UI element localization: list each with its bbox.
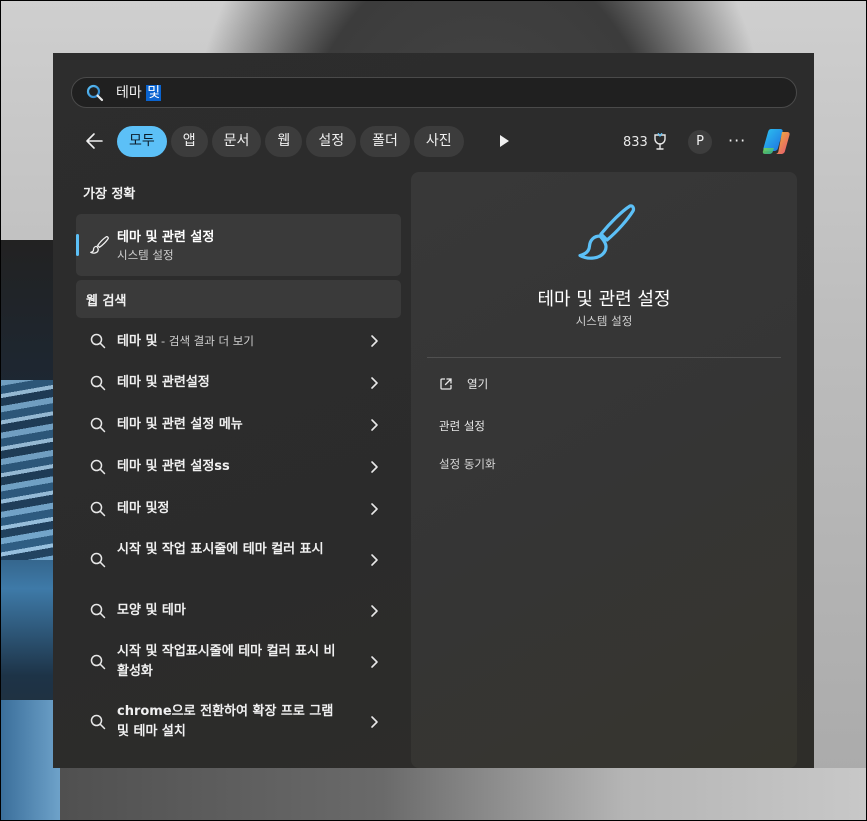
web-result-item[interactable]: 시작 및 작업표시줄에 테마 컬러 표시 비활성화 — [76, 632, 401, 692]
best-match-item[interactable]: 테마 및 관련 설정 시스템 설정 — [76, 214, 401, 276]
web-result-query: 모양 및 테마 — [117, 603, 186, 618]
tab-web[interactable]: 웹 — [265, 126, 303, 157]
detail-pane: 테마 및 관련 설정 시스템 설정 열기 관련 설정 설정 동기화 — [411, 172, 797, 768]
web-result-item[interactable]: 테마 및정 — [76, 488, 401, 530]
web-result-text: 모양 및 테마 — [117, 601, 347, 621]
chevron-right-icon — [371, 335, 378, 347]
tab-apps[interactable]: 앱 — [170, 126, 208, 157]
chevron-right-icon — [371, 656, 378, 668]
web-result-query: 테마 및 — [117, 334, 158, 349]
best-match-label: 가장 정확 — [83, 187, 136, 202]
detail-title: 테마 및 관련 설정 — [537, 289, 671, 310]
web-result-text: chrome으로 전환하여 확장 프로 그램 및 테마 설치 — [117, 702, 347, 742]
tab-folders[interactable]: 폴더 — [360, 126, 410, 157]
settings-sync-link[interactable]: 설정 동기화 — [439, 456, 496, 472]
tab-photos[interactable]: 사진 — [413, 126, 464, 157]
search-icon — [90, 417, 106, 433]
copilot-icon[interactable] — [761, 126, 792, 157]
web-result-query: 테마 및 관련 설정 메뉴 — [117, 417, 243, 432]
search-query-text: 테마 — [116, 85, 147, 101]
search-icon — [90, 654, 106, 670]
filter-tabs: 모두 앱 문서 웹 설정 폴더 사진 — [117, 126, 464, 157]
web-result-item[interactable]: 테마 및 관련 설정ss — [76, 446, 401, 488]
rewards-points[interactable]: 833 — [623, 135, 648, 150]
search-input[interactable]: 테마 및 — [71, 77, 797, 108]
web-result-item[interactable]: 테마 및 관련설정 — [76, 362, 401, 404]
web-result-item[interactable]: 테마 및 - 검색 결과 더 보기 — [76, 320, 401, 362]
search-icon — [90, 714, 106, 730]
chevron-right-icon — [371, 716, 378, 728]
chevron-right-icon — [371, 554, 378, 566]
web-result-text: 시작 및 작업 표시줄에 테마 컬러 표시 — [117, 540, 347, 560]
web-result-text: 테마 및정 — [117, 499, 347, 519]
web-result-item[interactable]: 테마 및 관련 설정 메뉴 — [76, 404, 401, 446]
search-icon — [90, 552, 106, 568]
search-query-selection: 및 — [146, 85, 162, 101]
search-icon — [90, 333, 106, 349]
web-search-header: 웹 검색 — [76, 280, 401, 318]
web-result-item[interactable]: 시작 및 작업 표시줄에 테마 컬러 표시 — [76, 530, 401, 590]
web-result-query: chrome으로 전환하여 확장 프로 그램 및 테마 설치 — [117, 704, 334, 739]
open-label: 열기 — [467, 377, 489, 391]
tab-settings[interactable]: 설정 — [306, 126, 357, 157]
paintbrush-icon — [88, 234, 110, 256]
more-options-icon[interactable]: ··· — [728, 131, 746, 150]
detail-subtitle: 시스템 설정 — [575, 314, 633, 328]
web-result-query: 테마 및 관련설정 — [117, 375, 210, 390]
tab-documents[interactable]: 문서 — [211, 126, 262, 157]
search-icon — [90, 603, 106, 619]
rewards-trophy-icon[interactable] — [652, 132, 668, 151]
web-result-query: 시작 및 작업표시줄에 테마 컬러 표시 비활성화 — [117, 644, 336, 679]
search-query[interactable]: 테마 및 — [116, 84, 162, 102]
search-icon — [90, 459, 106, 475]
chevron-right-icon — [371, 605, 378, 617]
web-result-query: 테마 및 관련 설정ss — [117, 459, 230, 474]
more-filters-play-icon[interactable] — [497, 133, 511, 149]
divider — [427, 357, 781, 358]
avatar[interactable]: P — [688, 130, 712, 154]
web-result-text: 테마 및 관련설정 — [117, 373, 347, 393]
web-search-label: 웹 검색 — [86, 294, 127, 309]
web-result-text: 테마 및 관련 설정 메뉴 — [117, 415, 347, 435]
web-result-query: 테마 및정 — [117, 501, 170, 516]
chevron-right-icon — [371, 419, 378, 431]
search-panel: 테마 및 모두 앱 문서 웹 설정 폴더 사진 833 P ··· 가장 정확 … — [53, 53, 814, 768]
web-result-query: 시작 및 작업 표시줄에 테마 컬러 표시 — [117, 542, 324, 557]
back-arrow-icon[interactable] — [83, 129, 107, 153]
chevron-right-icon — [371, 461, 378, 473]
web-result-item[interactable]: chrome으로 전환하여 확장 프로 그램 및 테마 설치 — [76, 692, 401, 752]
selection-accent — [76, 234, 79, 256]
web-result-text: 시작 및 작업표시줄에 테마 컬러 표시 비활성화 — [117, 642, 347, 682]
web-result-item[interactable]: 모양 및 테마 — [76, 590, 401, 632]
search-icon — [86, 84, 104, 102]
web-results-list: 테마 및 - 검색 결과 더 보기 테마 및 관련설정 테마 및 관련 설정 메뉴 테… — [76, 320, 401, 752]
web-result-extra: - 검색 결과 더 보기 — [157, 334, 254, 348]
tab-all[interactable]: 모두 — [117, 126, 167, 157]
search-icon — [90, 501, 106, 517]
paintbrush-large-icon — [569, 202, 639, 270]
chevron-right-icon — [371, 503, 378, 515]
best-match-title: 테마 및 관련 설정 — [117, 230, 215, 245]
related-settings-link[interactable]: 관련 설정 — [439, 418, 485, 434]
open-external-icon — [439, 376, 453, 390]
chevron-right-icon — [371, 377, 378, 389]
web-result-text: 테마 및 - 검색 결과 더 보기 — [117, 331, 347, 352]
web-result-text: 테마 및 관련 설정ss — [117, 457, 347, 477]
best-match-subtitle: 시스템 설정 — [117, 248, 174, 262]
search-icon — [90, 375, 106, 391]
